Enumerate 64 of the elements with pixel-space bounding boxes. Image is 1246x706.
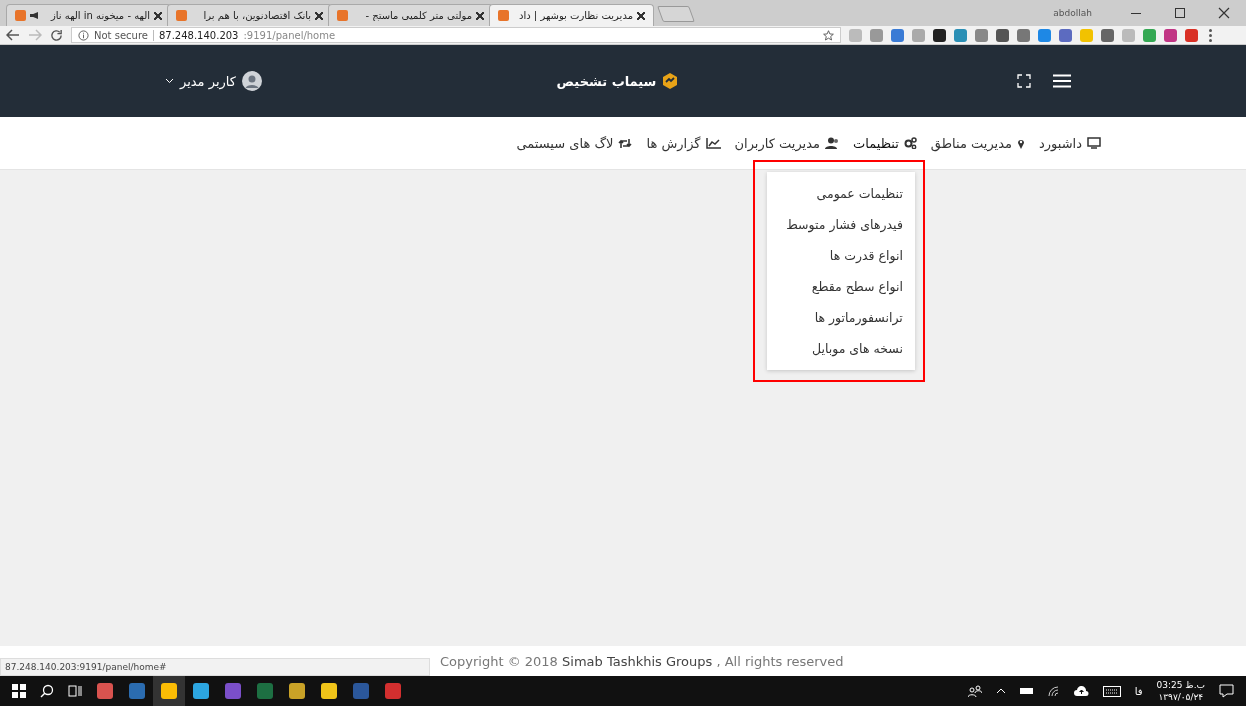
favicon-icon — [498, 10, 509, 21]
windows-start-icon[interactable] — [12, 684, 26, 698]
speaker-icon — [30, 12, 38, 19]
back-icon[interactable] — [6, 29, 20, 41]
address-bar[interactable]: Not secure 87.248.140.203 :9191/panel/home — [71, 27, 841, 43]
star-icon[interactable] — [823, 29, 834, 41]
users-icon — [825, 137, 839, 149]
menu-item[interactable]: تنظیمات عمومی — [776, 177, 903, 209]
favicon-icon — [176, 10, 187, 21]
caret-icon — [165, 78, 174, 84]
menu-item[interactable]: نسخه های موبایل — [776, 332, 903, 364]
clock-time: 03:25 ب.ظ — [1156, 679, 1205, 691]
menu-icon[interactable] — [1053, 74, 1071, 88]
taskbar-app-icon[interactable] — [153, 676, 185, 706]
nav-link[interactable]: داشبورد — [1039, 135, 1101, 151]
menu-item[interactable]: فیدرهای فشار متوسط — [776, 208, 903, 240]
tab-title: بانک اقتصادنوین، با هم برا — [202, 10, 311, 21]
status-url: 87.248.140.203:9191/panel/home# — [0, 658, 430, 676]
favicon-icon — [337, 10, 348, 21]
close-icon[interactable] — [315, 11, 323, 20]
monitor-icon — [1087, 137, 1101, 149]
nav-link[interactable]: مدیریت مناطق — [930, 135, 1025, 151]
wifi-icon[interactable] — [1047, 685, 1060, 697]
battery-icon[interactable] — [1019, 687, 1034, 695]
retweet-icon — [618, 137, 633, 149]
menu-item[interactable]: ترانسفورماتور ها — [776, 301, 903, 333]
reload-icon[interactable] — [50, 28, 63, 42]
menu-item[interactable]: انواع قدرت ها — [776, 239, 903, 271]
tab-title: الهه - میخونه in الهه ناز — [49, 10, 150, 21]
gears-icon — [903, 137, 917, 149]
browser-tab[interactable]: مدیریت نظارت بوشهر | داد — [489, 4, 654, 26]
logo-icon — [661, 72, 680, 90]
avatar-icon — [241, 71, 262, 91]
favicon-icon — [15, 10, 26, 21]
notification-icon[interactable] — [1219, 684, 1234, 698]
menu-item[interactable]: انواع سطح مقطع — [776, 270, 903, 302]
extension-icon[interactable] — [996, 28, 1009, 42]
nav-link[interactable]: تنظیمات — [853, 135, 917, 151]
tab-title: مولتی متر کلمپی ماستج - — [364, 10, 472, 21]
close-icon[interactable] — [476, 11, 484, 20]
task-view-icon[interactable] — [68, 684, 82, 698]
pin-icon — [1017, 137, 1025, 149]
search-icon[interactable] — [40, 684, 54, 698]
extension-icon[interactable] — [933, 28, 946, 42]
cloud-upload-icon[interactable] — [1073, 686, 1089, 696]
clock-date: ۱۳۹۷/۰۵/۲۴ — [1158, 691, 1204, 703]
info-icon — [78, 29, 89, 41]
people-icon[interactable] — [967, 685, 982, 697]
copyright-text: Copyright © 2018 Simab Tashkhis Groups , All rights reserved — [440, 653, 844, 669]
user-menu[interactable]: کاربر مدیر — [165, 71, 262, 91]
chevron-up-icon[interactable] — [995, 688, 1006, 694]
nav-link[interactable]: مدیریت کاربران — [734, 135, 839, 151]
keyboard-icon[interactable] — [1102, 685, 1121, 697]
nav-link[interactable]: لاگ های سیستمی — [516, 135, 633, 151]
close-icon[interactable] — [637, 11, 645, 20]
tab-title: مدیریت نظارت بوشهر | داد — [518, 10, 633, 21]
nav-link[interactable]: گزارش ها — [646, 135, 721, 151]
brand-name: سیماب تشخیص — [556, 73, 657, 89]
profile-name[interactable]: abdollah — [1053, 8, 1092, 18]
chart-icon — [705, 137, 721, 149]
close-icon[interactable] — [154, 11, 162, 20]
fullscreen-icon[interactable] — [1017, 74, 1031, 88]
clock[interactable]: 03:25 ب.ظ ۱۳۹۷/۰۵/۲۴ — [1156, 679, 1205, 703]
language-indicator[interactable]: فا — [1134, 685, 1143, 697]
